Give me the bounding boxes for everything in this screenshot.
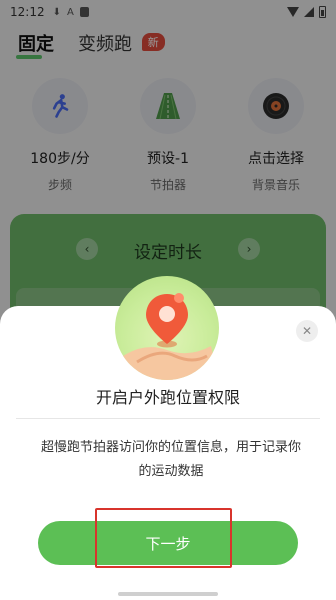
divider <box>16 418 320 419</box>
location-pin-illustration <box>115 276 219 380</box>
dialog-description: 超慢跑节拍器访问你的位置信息，用于记录你的运动数据 <box>40 440 301 479</box>
annotation-highlight-box <box>95 508 232 568</box>
close-icon[interactable]: ✕ <box>296 320 318 342</box>
dialog-title: 开启户外跑位置权限 <box>95 388 240 407</box>
home-indicator <box>118 592 218 596</box>
